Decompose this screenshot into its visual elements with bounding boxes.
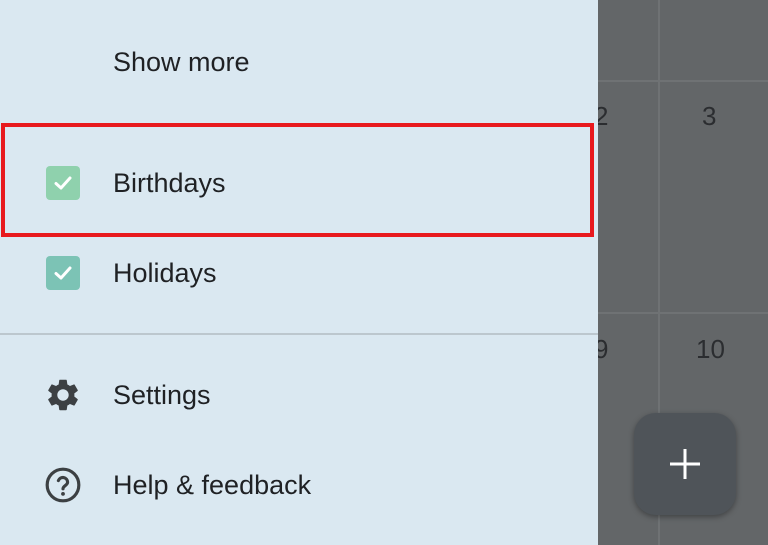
highlight-box xyxy=(1,123,594,237)
settings-item[interactable]: Settings xyxy=(0,362,598,428)
grid-line xyxy=(598,80,768,82)
help-feedback-item[interactable]: Help & feedback xyxy=(0,452,598,518)
day-number[interactable]: 3 xyxy=(702,101,716,132)
navigation-drawer: Show more Birthdays Holidays Settings He… xyxy=(0,0,598,545)
grid-line xyxy=(598,312,768,314)
gear-icon xyxy=(48,379,78,411)
calendar-item-label: Holidays xyxy=(113,257,217,288)
plus-icon xyxy=(670,449,700,479)
checkmark-icon xyxy=(54,266,72,280)
day-number[interactable]: 9 xyxy=(598,334,608,365)
holidays-checkbox[interactable] xyxy=(46,256,80,290)
help-circle-icon xyxy=(45,467,81,503)
help-feedback-label: Help & feedback xyxy=(113,469,312,500)
day-number[interactable]: 2 xyxy=(598,101,608,132)
show-more-label: Show more xyxy=(113,46,250,77)
show-more-item[interactable]: Show more xyxy=(0,30,598,94)
divider xyxy=(0,333,598,335)
day-number[interactable]: 10 xyxy=(696,334,725,365)
create-event-button[interactable] xyxy=(634,413,736,515)
calendar-item-holidays[interactable]: Holidays xyxy=(0,240,598,306)
settings-label: Settings xyxy=(113,379,211,410)
